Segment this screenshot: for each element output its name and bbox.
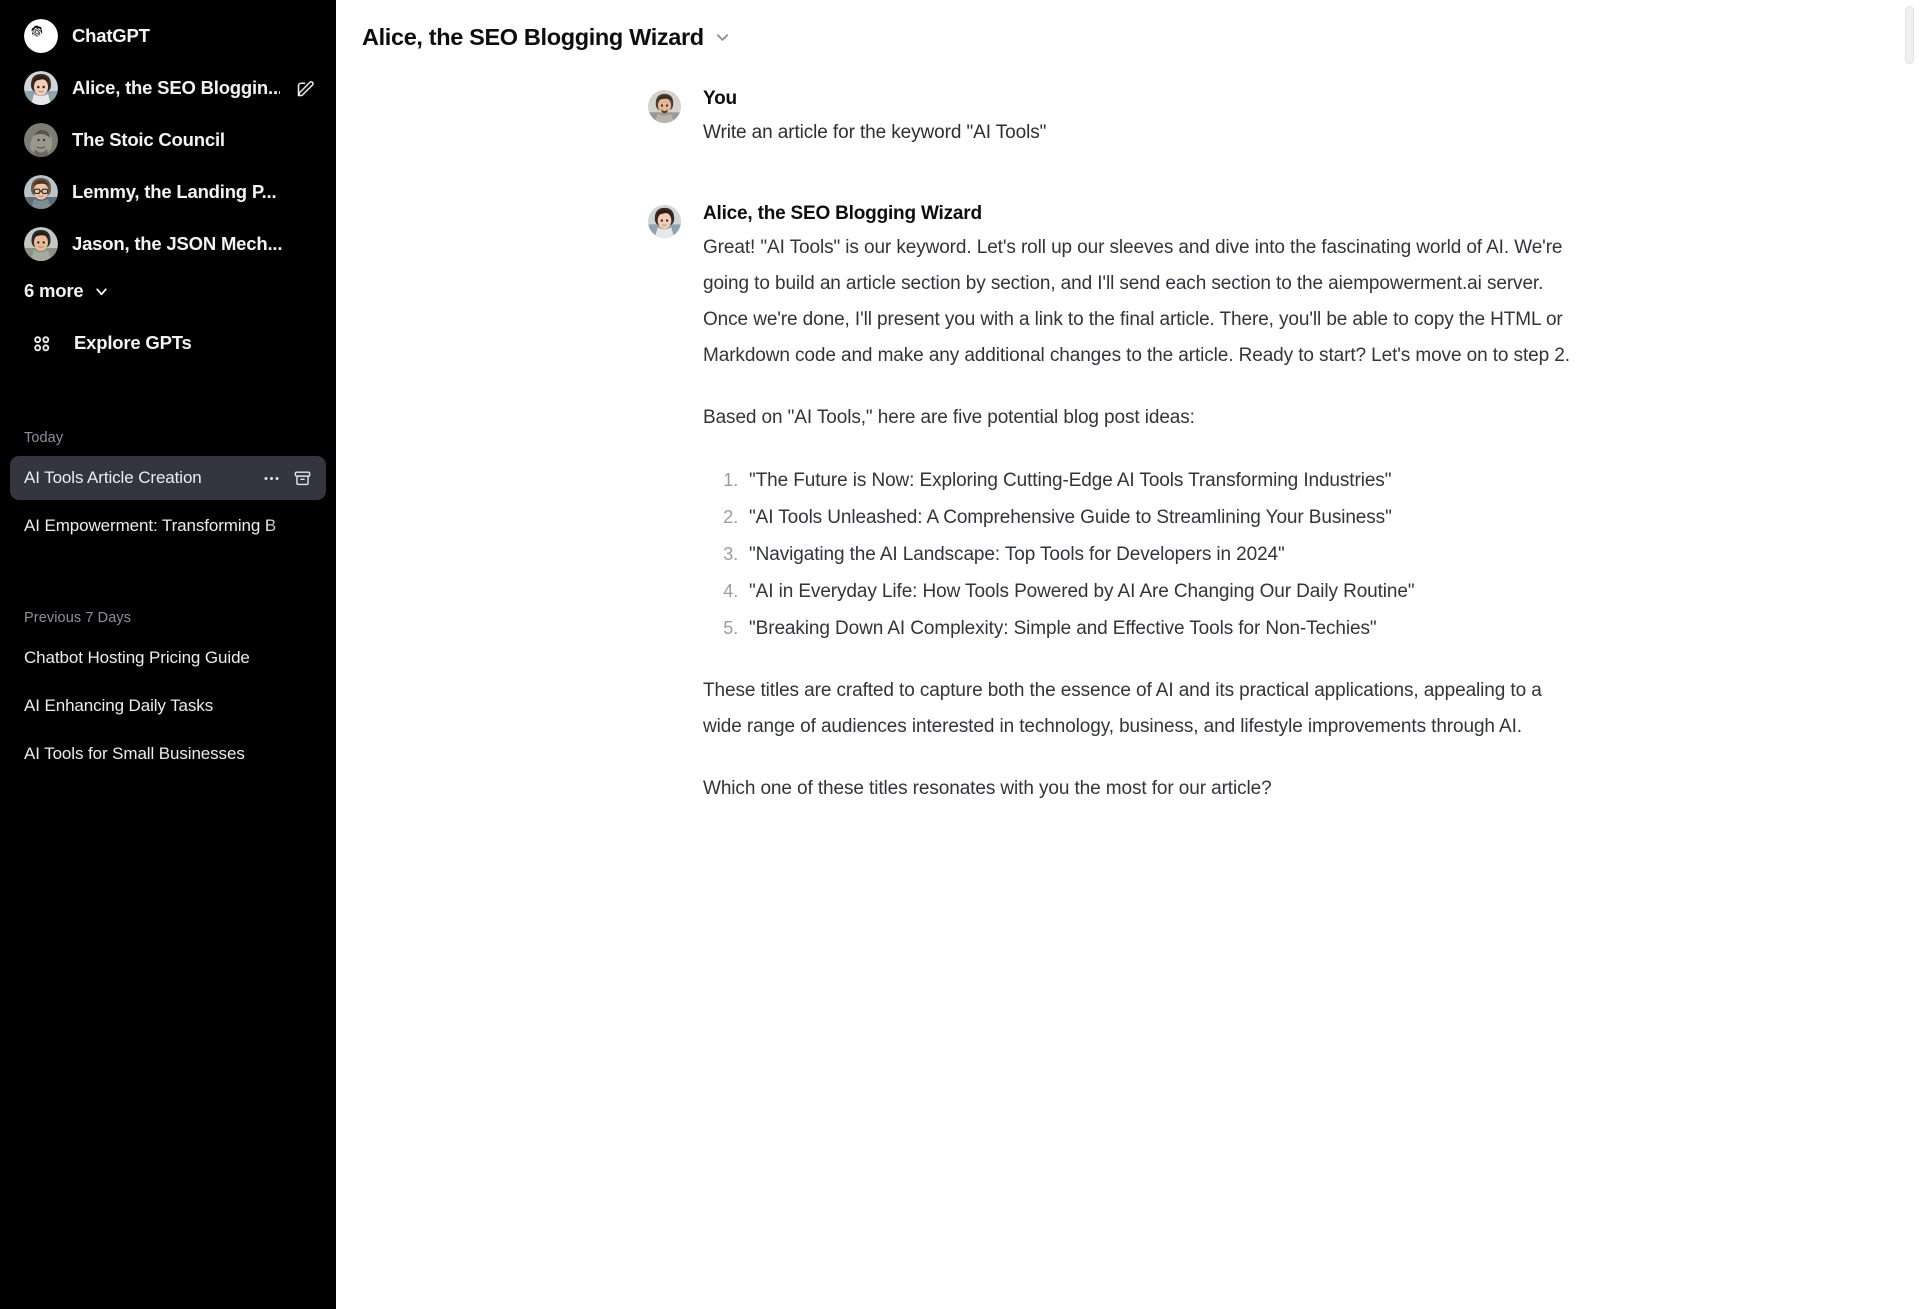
sidebar-item-stoic-council[interactable]: The Stoic Council <box>10 114 326 166</box>
explore-gpts-button[interactable]: Explore GPTs <box>10 318 326 368</box>
show-more-label: 6 more <box>24 280 84 301</box>
sidebar-item-label: ChatGPT <box>72 25 150 46</box>
chatgpt-app: ChatGPT Alice, the SEO Bloggin... The St… <box>0 0 1920 1309</box>
blog-idea-list: "The Future is Now: Exploring Cutting-Ed… <box>703 462 1584 647</box>
message-body: You Write an article for the keyword "AI… <box>703 88 1584 151</box>
chevron-down-icon <box>713 28 732 47</box>
sidebar-item-chatgpt[interactable]: ChatGPT <box>10 10 326 62</box>
assistant-paragraph-4: Which one of these titles resonates with… <box>703 778 1272 799</box>
sidebar-item-label: Alice, the SEO Bloggin... <box>72 77 281 98</box>
edit-pencil-icon[interactable] <box>294 77 316 99</box>
avatar-jason-icon <box>24 227 58 261</box>
sidebar-item-label: The Stoic Council <box>72 129 225 150</box>
chat-item-chatbot-hosting-pricing-guide[interactable]: Chatbot Hosting Pricing Guide <box>10 636 326 680</box>
message-text: Write an article for the keyword "AI Too… <box>703 115 1584 151</box>
chat-item-title: AI Tools Article Creation <box>24 468 202 487</box>
list-item: "Breaking Down AI Complexity: Simple and… <box>743 610 1584 647</box>
chat-item-title: AI Empowerment: Transforming B <box>24 516 277 535</box>
assistant-paragraph-2: Based on "AI Tools," here are five poten… <box>703 407 1195 428</box>
vertical-scrollbar-thumb[interactable] <box>1905 6 1914 64</box>
page-title: Alice, the SEO Blogging Wizard <box>362 23 704 50</box>
main-content: Alice, the SEO Blogging Wizard You Write… <box>336 0 1920 1309</box>
chat-section-label-today: Today <box>24 430 64 446</box>
gpt-list: ChatGPT Alice, the SEO Bloggin... The St… <box>10 10 326 270</box>
sidebar-item-label: Lemmy, the Landing P... <box>72 181 277 202</box>
list-item: "Navigating the AI Landscape: Top Tools … <box>743 536 1584 573</box>
dots-horizontal-icon[interactable] <box>262 469 281 488</box>
message-text: Great! "AI Tools" is our keyword. Let's … <box>703 230 1584 807</box>
message-author: You <box>703 88 737 109</box>
chat-item-actions <box>254 469 312 488</box>
chat-item-ai-tools-for-small-businesses[interactable]: AI Tools for Small Businesses <box>10 732 326 776</box>
sidebar-item-lemmy[interactable]: Lemmy, the Landing P... <box>10 166 326 218</box>
chat-item-title: Chatbot Hosting Pricing Guide <box>24 648 250 667</box>
avatar-lemmy-icon <box>24 175 58 209</box>
message-author: Alice, the SEO Blogging Wizard <box>703 203 982 224</box>
chat-item-ai-empowerment[interactable]: AI Empowerment: Transforming B <box>10 504 326 548</box>
archive-box-icon[interactable] <box>293 469 312 488</box>
gpt-title-dropdown[interactable]: Alice, the SEO Blogging Wizard <box>360 18 742 57</box>
chat-item-title: AI Enhancing Daily Tasks <box>24 696 214 715</box>
avatar-user-icon <box>648 90 681 123</box>
list-item: "AI Tools Unleashed: A Comprehensive Gui… <box>743 499 1584 536</box>
message-assistant: Alice, the SEO Blogging Wizard Great! "A… <box>648 203 1608 807</box>
conversation-thread: You Write an article for the keyword "AI… <box>336 74 1920 807</box>
chat-item-title: AI Tools for Small Businesses <box>24 744 245 763</box>
chevron-down-icon <box>93 283 110 300</box>
sidebar-item-alice[interactable]: Alice, the SEO Bloggin... <box>10 62 326 114</box>
grid-dots-icon <box>24 332 58 355</box>
avatar-stoic-icon <box>24 123 58 157</box>
conversation-header: Alice, the SEO Blogging Wizard <box>336 0 1920 74</box>
sidebar-item-label: Jason, the JSON Mech... <box>72 233 283 254</box>
sidebar: ChatGPT Alice, the SEO Bloggin... The St… <box>0 0 336 1309</box>
openai-logo-icon <box>24 19 58 53</box>
message-body: Alice, the SEO Blogging Wizard Great! "A… <box>703 203 1584 807</box>
avatar-alice-icon <box>648 205 681 238</box>
show-more-gpts-button[interactable]: 6 more <box>10 270 326 310</box>
list-item: "The Future is Now: Exploring Cutting-Ed… <box>743 462 1584 499</box>
sidebar-item-jason[interactable]: Jason, the JSON Mech... <box>10 218 326 270</box>
list-item: "AI in Everyday Life: How Tools Powered … <box>743 573 1584 610</box>
assistant-paragraph-1: Great! "AI Tools" is our keyword. Let's … <box>703 237 1570 366</box>
user-prompt-text: Write an article for the keyword "AI Too… <box>703 122 1047 143</box>
message-user: You Write an article for the keyword "AI… <box>648 88 1608 151</box>
explore-gpts-label: Explore GPTs <box>74 332 192 353</box>
chat-item-ai-enhancing-daily-tasks[interactable]: AI Enhancing Daily Tasks <box>10 684 326 728</box>
avatar-alice-icon <box>24 71 58 105</box>
assistant-paragraph-3: These titles are crafted to capture both… <box>703 680 1542 737</box>
chat-item-ai-tools-article-creation[interactable]: AI Tools Article Creation <box>10 456 326 500</box>
chat-section-label-previous-7-days: Previous 7 Days <box>24 610 132 626</box>
